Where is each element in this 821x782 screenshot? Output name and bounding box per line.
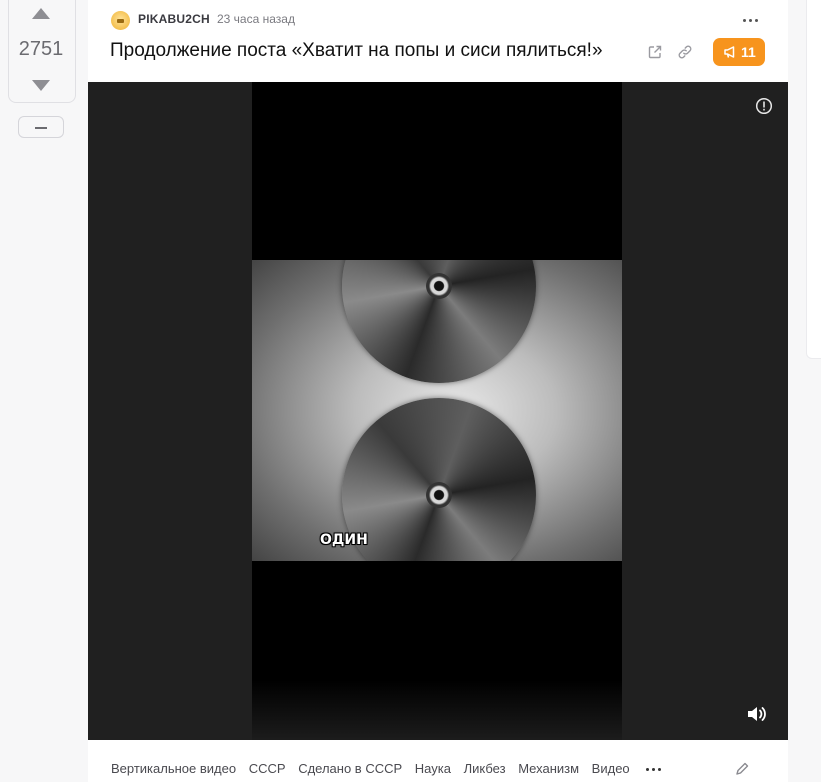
post-title[interactable]: Продолжение поста «Хватит на попы и сиси… <box>110 40 603 62</box>
more-dots-icon <box>743 19 746 22</box>
video-fade <box>252 680 622 740</box>
side-panel <box>806 0 821 359</box>
pencil-icon[interactable] <box>735 762 749 776</box>
tag-item[interactable]: Наука <box>415 761 451 776</box>
post-header: PIKABU2CH 23 часа назад Продолжение пост… <box>88 0 788 82</box>
tag-item[interactable]: Вертикальное видео <box>111 761 236 776</box>
external-link-icon[interactable] <box>647 44 663 60</box>
author-avatar[interactable] <box>111 11 130 30</box>
vote-up-icon[interactable] <box>32 8 50 19</box>
video-content: ОДИН <box>252 260 622 561</box>
tag-item[interactable]: Ликбез <box>464 761 506 776</box>
rating-value: 2751 <box>18 38 64 60</box>
more-options-button[interactable] <box>740 12 762 28</box>
tag-item[interactable]: СССР <box>249 761 286 776</box>
video-subtitle: ОДИН <box>320 532 368 548</box>
megaphone-icon <box>724 46 735 58</box>
minus-icon <box>35 127 47 129</box>
gear-disc-bottom <box>342 398 536 561</box>
tag-list: Вертикальное видео СССР Сделано в СССР Н… <box>111 761 639 776</box>
post-card: PIKABU2CH 23 часа назад Продолжение пост… <box>88 0 788 782</box>
collapse-post-button[interactable] <box>18 116 64 138</box>
post-time: 23 часа назад <box>217 12 295 26</box>
tag-item[interactable]: Механизм <box>518 761 579 776</box>
link-icon[interactable] <box>677 44 693 60</box>
author-name[interactable]: PIKABU2CH <box>138 12 210 26</box>
gear-disc-top <box>342 260 536 383</box>
video-player[interactable]: ОДИН <box>88 82 788 740</box>
video-frame[interactable]: ОДИН <box>252 82 622 740</box>
tag-item[interactable]: Видео <box>592 761 630 776</box>
speaker-icon[interactable] <box>746 704 768 724</box>
comments-count: 11 <box>741 44 756 60</box>
comments-button[interactable]: 11 <box>713 38 765 66</box>
vote-down-icon[interactable] <box>32 80 50 91</box>
more-dots-icon <box>646 768 649 771</box>
tags-more-button[interactable] <box>644 762 662 776</box>
tag-item[interactable]: Сделано в СССР <box>298 761 402 776</box>
exclamation-circle-icon[interactable] <box>755 97 773 115</box>
